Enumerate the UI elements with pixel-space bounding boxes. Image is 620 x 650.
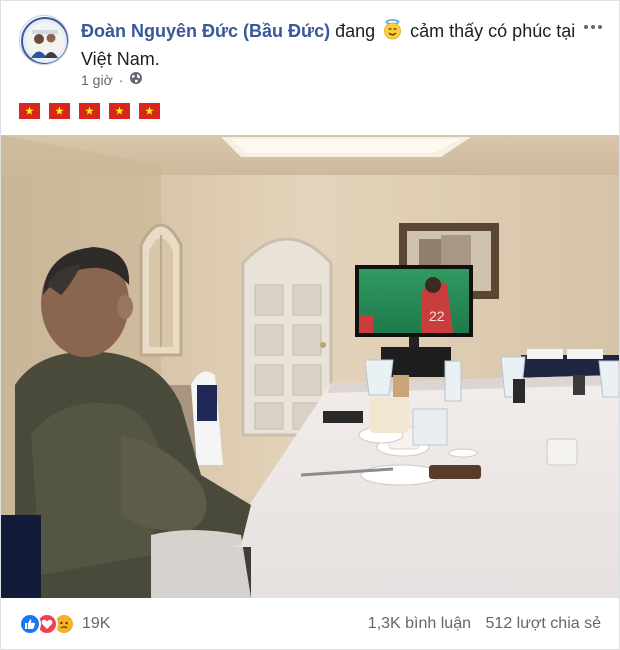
dot — [591, 25, 595, 29]
meta-separator: · — [118, 71, 124, 88]
reactions-summary[interactable]: 19K — [19, 613, 110, 635]
reactions-count: 19K — [82, 615, 111, 632]
post-header: Đoàn Nguyên Đức (Bầu Đức) đang cảm thấy … — [81, 19, 581, 72]
dot — [598, 25, 602, 29]
svg-text:22: 22 — [429, 308, 445, 324]
vietnam-flag-icon — [109, 103, 130, 119]
flag-emoji-row — [19, 103, 160, 119]
post-time[interactable]: 1 giờ — [81, 72, 113, 88]
status-prefix: đang — [330, 21, 381, 41]
vietnam-flag-icon — [49, 103, 70, 119]
comments-count[interactable]: 1,3K bình luận — [368, 615, 471, 633]
vietnam-flag-icon — [139, 103, 160, 119]
globe-icon[interactable] — [129, 71, 143, 88]
vietnam-flag-icon — [19, 103, 40, 119]
post-photo[interactable]: 22 — [1, 135, 619, 598]
post-options-button[interactable] — [581, 17, 605, 37]
author-avatar[interactable] — [19, 15, 69, 65]
post-meta: 1 giờ · — [81, 71, 143, 88]
vietnam-flag-icon — [79, 103, 100, 119]
author-name[interactable]: Đoàn Nguyên Đức (Bầu Đức) — [81, 21, 330, 41]
like-icon — [19, 613, 41, 635]
dot — [584, 25, 588, 29]
angel-emoji-icon — [382, 19, 403, 47]
post-footer: 19K 1,3K bình luận 512 lượt chia sẻ — [1, 599, 619, 649]
facebook-post: Đoàn Nguyên Đức (Bầu Đức) đang cảm thấy … — [0, 0, 620, 650]
shares-count[interactable]: 512 lượt chia sẻ — [486, 615, 601, 633]
